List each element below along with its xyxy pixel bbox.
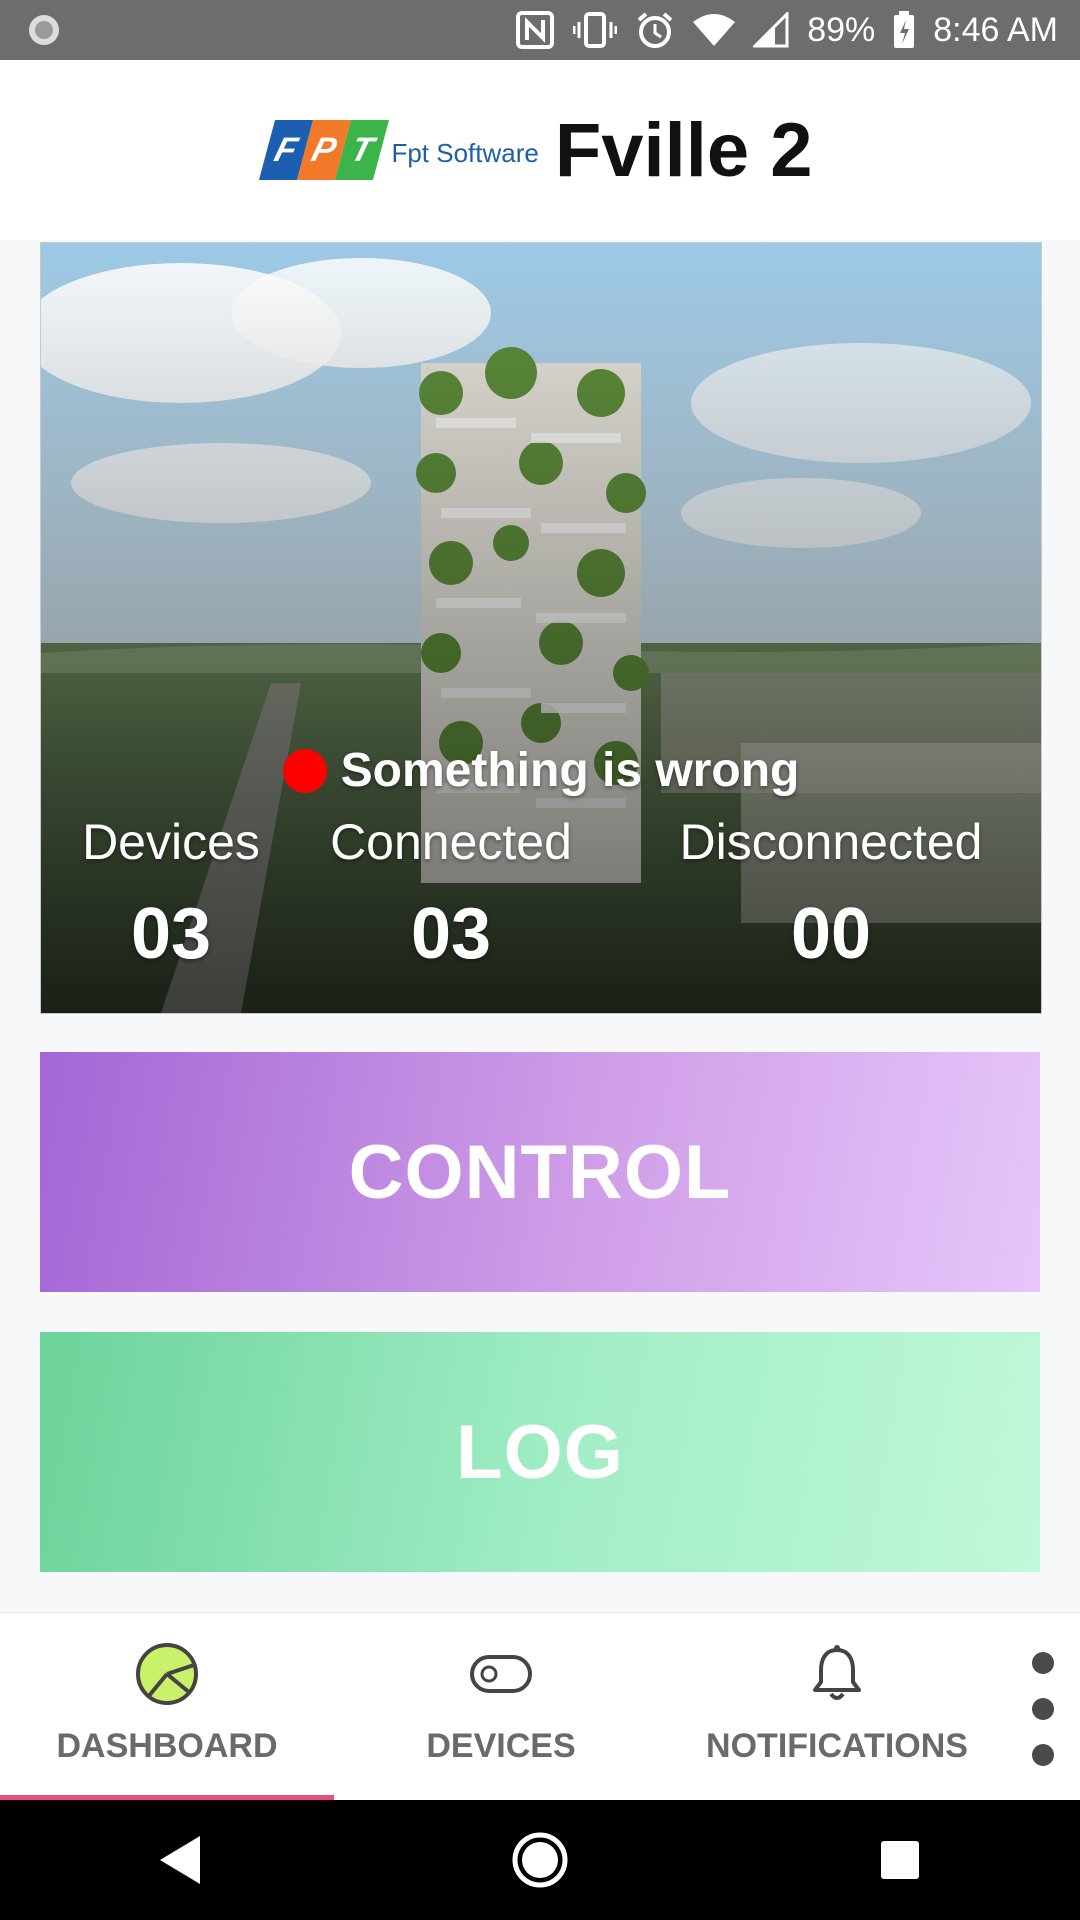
tab-label: DEVICES bbox=[426, 1727, 576, 1765]
more-options-icon[interactable] bbox=[1030, 1649, 1056, 1769]
stat-disconnected: Disconnected 00 bbox=[661, 813, 1001, 975]
stat-label: Disconnected bbox=[679, 814, 983, 870]
stat-connected: Connected 03 bbox=[321, 813, 581, 975]
nfc-icon bbox=[515, 10, 555, 50]
building-hero-card: Something is wrong Devices 03 Connected … bbox=[40, 242, 1042, 1014]
wifi-icon bbox=[693, 12, 736, 48]
control-button-label: CONTROL bbox=[348, 1129, 732, 1215]
vibrate-icon bbox=[573, 10, 618, 50]
status-text: Something is wrong bbox=[340, 744, 800, 797]
log-button-label: LOG bbox=[456, 1409, 624, 1495]
stat-value: 03 bbox=[410, 894, 492, 974]
back-icon[interactable] bbox=[120, 1800, 240, 1920]
system-status: Something is wrong bbox=[41, 743, 1041, 798]
stat-value: 00 bbox=[790, 894, 872, 974]
device-stats: Devices 03 Connected 03 Disconnected 00 bbox=[41, 813, 1041, 1013]
tab-devices[interactable]: DEVICES bbox=[334, 1613, 668, 1801]
status-indicator-dot bbox=[282, 748, 327, 793]
alarm-icon bbox=[635, 10, 675, 50]
notification-dot-icon bbox=[26, 12, 62, 48]
bottom-navigation: DASHBOARD DEVICES NOTIFICATIONS bbox=[0, 1612, 1080, 1801]
bell-icon bbox=[807, 1641, 867, 1707]
home-icon[interactable] bbox=[480, 1800, 600, 1920]
stat-label: Connected bbox=[330, 814, 572, 870]
toggle-device-icon bbox=[469, 1641, 533, 1707]
log-button[interactable]: LOG bbox=[40, 1332, 1040, 1572]
system-navigation-bar bbox=[0, 1800, 1080, 1920]
dashboard-pie-icon bbox=[134, 1641, 200, 1707]
recent-apps-icon[interactable] bbox=[840, 1800, 960, 1920]
control-button[interactable]: CONTROL bbox=[40, 1052, 1040, 1292]
battery-percent: 89% bbox=[807, 10, 876, 49]
tab-dashboard[interactable]: DASHBOARD bbox=[0, 1613, 334, 1801]
signal-icon bbox=[753, 12, 789, 48]
status-bar: 89% 8:46 AM bbox=[0, 0, 1080, 60]
logo-text: Fpt Software bbox=[391, 137, 539, 168]
clock-time: 8:46 AM bbox=[933, 10, 1058, 49]
battery-icon bbox=[893, 11, 915, 49]
tab-label: DASHBOARD bbox=[56, 1727, 278, 1765]
stat-value: 03 bbox=[130, 894, 212, 974]
app-header: F P T Fpt Software Fville 2 bbox=[0, 60, 1080, 240]
fpt-logo: F P T Fpt Software bbox=[259, 120, 539, 180]
stat-devices: Devices 03 bbox=[61, 813, 281, 975]
tab-label: NOTIFICATIONS bbox=[706, 1727, 968, 1765]
page-title: Fville 2 bbox=[554, 107, 813, 193]
tab-notifications[interactable]: NOTIFICATIONS bbox=[670, 1613, 1004, 1801]
stat-label: Devices bbox=[82, 814, 260, 870]
